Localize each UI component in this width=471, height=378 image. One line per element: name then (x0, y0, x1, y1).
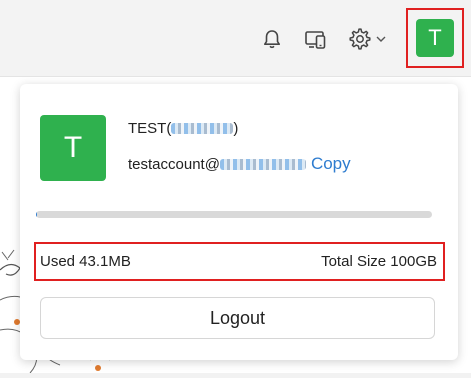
user-email-prefix: testaccount@ (128, 156, 220, 173)
storage-used-label: Used 43.1MB (40, 253, 131, 270)
top-bar: T (0, 0, 471, 77)
avatar: T (40, 115, 106, 181)
storage-progress-bar (36, 211, 432, 218)
storage-total-label: Total Size 100GB (321, 253, 437, 270)
chevron-down-icon[interactable] (372, 26, 390, 52)
copy-email-link[interactable]: Copy (311, 154, 351, 174)
user-name-suffix: ) (233, 120, 238, 137)
redacted-name (171, 123, 233, 134)
user-avatar-button[interactable]: T (406, 8, 464, 68)
user-email: testaccount@ Copy (128, 154, 351, 174)
account-popup: T TEST( ) testaccount@ Copy Used 43.1MB … (20, 84, 458, 360)
storage-usage: Used 43.1MB Total Size 100GB (34, 242, 445, 281)
logout-button[interactable]: Logout (40, 297, 435, 339)
bell-icon[interactable] (259, 26, 285, 52)
user-name: TEST( ) (128, 120, 238, 137)
devices-icon[interactable] (303, 26, 329, 52)
redacted-email-domain (220, 159, 306, 170)
gear-icon[interactable] (347, 26, 373, 52)
avatar[interactable]: T (416, 19, 454, 57)
user-name-prefix: TEST( (128, 120, 171, 137)
